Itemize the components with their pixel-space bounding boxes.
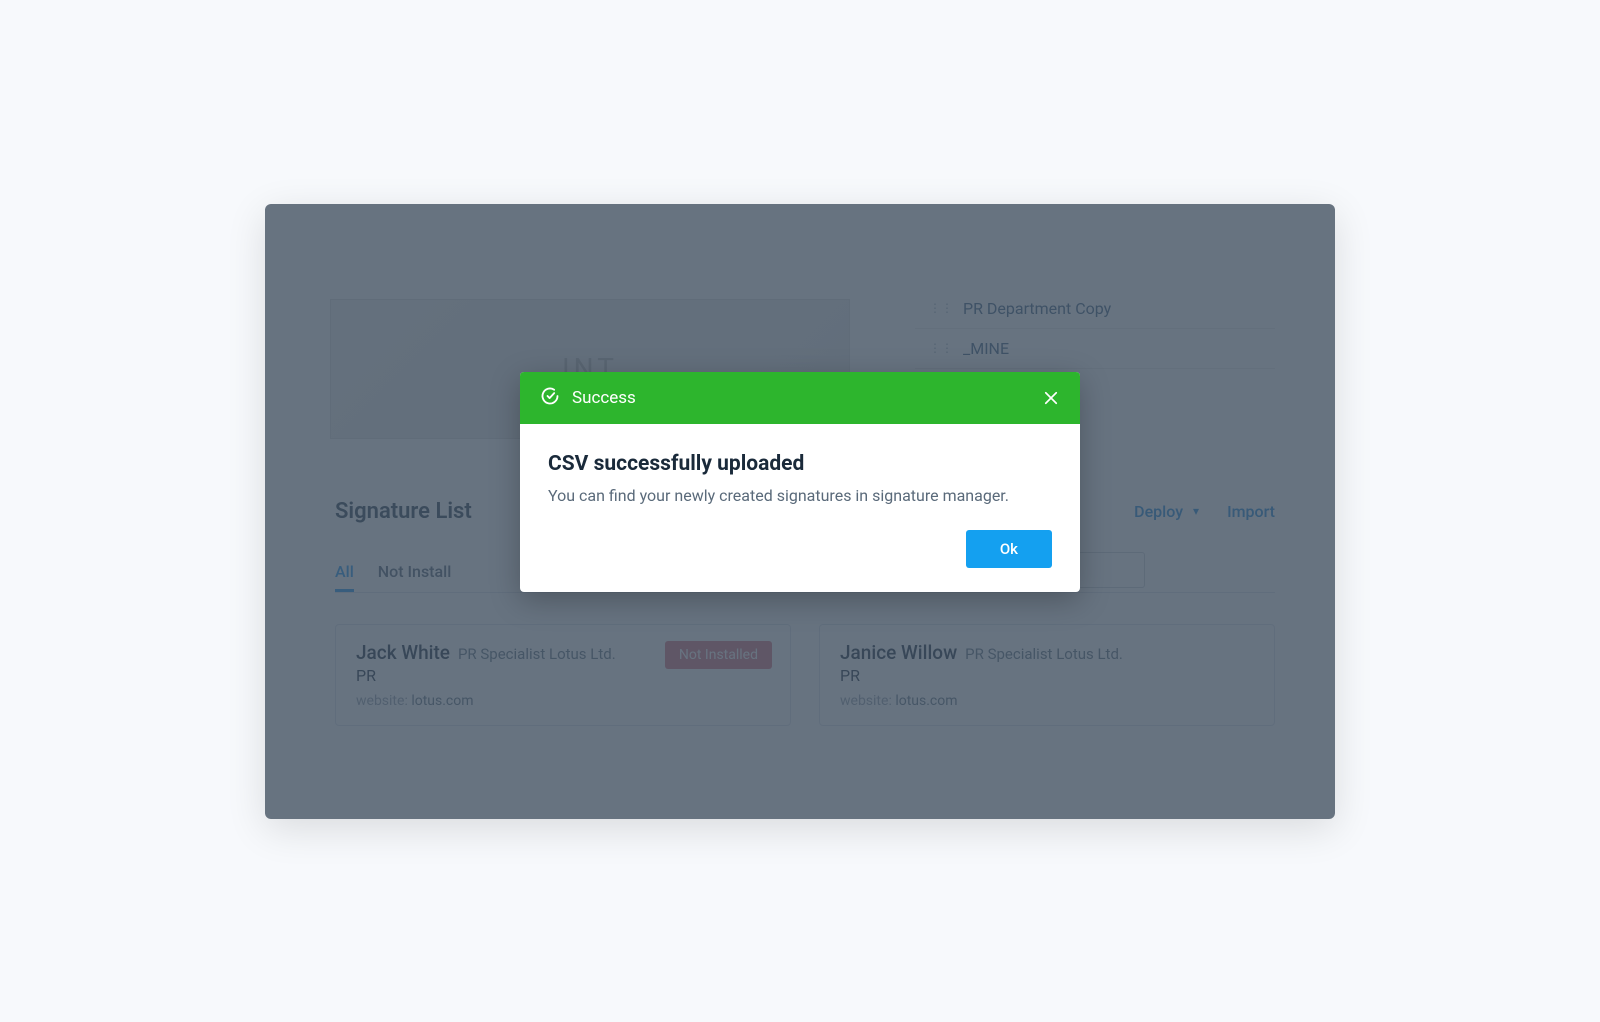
success-modal: Success CSV successfully uploaded You ca… bbox=[520, 372, 1080, 592]
ok-button[interactable]: Ok bbox=[966, 530, 1052, 568]
modal-header-left: Success bbox=[540, 386, 636, 410]
modal-overlay[interactable]: Success CSV successfully uploaded You ca… bbox=[265, 204, 1335, 819]
modal-footer: Ok bbox=[520, 530, 1080, 592]
close-icon[interactable] bbox=[1042, 389, 1060, 407]
app-content: INT ⋮⋮ PR Department Copy ⋮⋮ _MINE Signa… bbox=[265, 204, 1335, 819]
modal-header: Success bbox=[520, 372, 1080, 424]
modal-description: You can find your newly created signatur… bbox=[548, 484, 1052, 508]
modal-header-title: Success bbox=[572, 388, 636, 408]
app-window: INT ⋮⋮ PR Department Copy ⋮⋮ _MINE Signa… bbox=[265, 204, 1335, 819]
success-check-icon bbox=[540, 386, 560, 410]
modal-body: CSV successfully uploaded You can find y… bbox=[520, 424, 1080, 530]
modal-title: CSV successfully uploaded bbox=[548, 452, 1052, 476]
